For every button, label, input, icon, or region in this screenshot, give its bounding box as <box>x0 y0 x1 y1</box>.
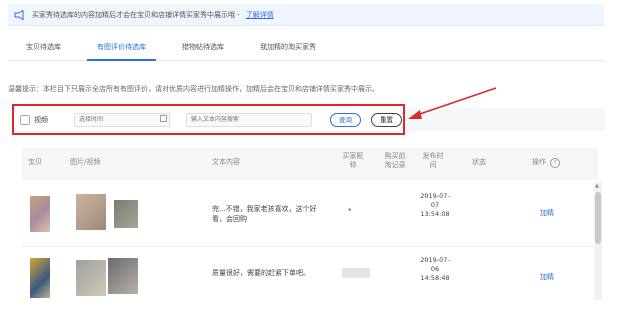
table-row: 完...不错，我家老孩喜欢，这个好看，会回购 * 2019-07-07 13:5… <box>22 182 598 247</box>
annotation-arrow-icon <box>408 87 497 119</box>
item-thumbnail[interactable] <box>30 258 50 298</box>
media-thumbnail[interactable] <box>108 258 138 294</box>
review-text: 质量很好，需要的赶紧下单吧。 <box>212 269 310 277</box>
publish-time: 2019-07-07 13:54:08 <box>420 192 450 218</box>
feature-button[interactable]: 加精 <box>540 272 554 282</box>
tab-bar: 宝贝待选库 有图评价待选库 猎物帖待选库 我加精的淘买家秀 <box>8 34 604 61</box>
notice-learn-more-link[interactable]: 了解详情 <box>246 10 274 20</box>
date-picker[interactable] <box>74 112 170 127</box>
video-checkbox-label: 视频 <box>34 115 48 124</box>
publish-time: 2019-07-06 14:58:48 <box>420 256 450 282</box>
date-input[interactable] <box>74 112 170 127</box>
media-thumbnail[interactable] <box>76 260 106 296</box>
scrollbar-thumb[interactable] <box>595 192 601 244</box>
table-header: 宝贝 图片/视频 文本内容 买家昵称 购买前淘记录 发布时间 状态 操作 ? <box>22 148 598 180</box>
calendar-icon <box>160 114 167 122</box>
filter-bar: 视频 查询 重置 <box>12 104 405 135</box>
video-checkbox[interactable] <box>20 114 30 125</box>
header-time: 发布时间 <box>422 152 444 169</box>
reset-button[interactable]: 重置 <box>371 112 402 127</box>
tip-text: 温馨提示：本栏目下只展示全店所有有图评价，请对优质内容进行加精操作，加精后会在宝… <box>8 85 379 93</box>
tab-image-review-pool[interactable]: 有图评价待选库 <box>79 34 164 61</box>
tab-item-pool[interactable]: 宝贝待选库 <box>8 34 79 60</box>
header-purchase-record: 购买前淘记录 <box>384 152 406 169</box>
review-text: 完...不错，我家老孩喜欢，这个好看，会回购 <box>212 205 317 223</box>
header-item: 宝贝 <box>28 158 42 166</box>
buyer-nickname-redacted <box>342 268 370 278</box>
table-row: 质量很好，需要的赶紧下单吧。 2019-07-06 14:58:48 加精 <box>22 246 598 308</box>
media-thumbnail[interactable] <box>114 200 138 228</box>
header-action: 操作 ? <box>532 158 561 168</box>
buyer-nickname: * <box>348 207 352 215</box>
info-notice-bar: 买家秀待选库的内容加精后才会在宝贝和店铺详情买家秀中展示哦 - 了解详情 <box>8 4 604 26</box>
notice-text: 买家秀待选库的内容加精后才会在宝贝和店铺详情买家秀中展示哦 - <box>32 10 240 19</box>
scroll-up-icon[interactable]: ▲ <box>595 183 599 189</box>
feature-button[interactable]: 加精 <box>540 208 554 218</box>
header-action-label: 操作 <box>532 158 546 166</box>
keyword-search-input[interactable] <box>186 112 312 127</box>
media-thumbnail[interactable] <box>76 194 106 230</box>
search-button[interactable]: 查询 <box>330 112 361 127</box>
review-table: 宝贝 图片/视频 文本内容 买家昵称 购买前淘记录 发布时间 状态 操作 ? 完… <box>22 148 598 308</box>
megaphone-icon <box>14 9 24 20</box>
tab-post-pool[interactable]: 猎物帖待选库 <box>164 34 242 60</box>
item-thumbnail[interactable] <box>30 196 50 232</box>
header-media: 图片/视频 <box>70 158 101 166</box>
header-status: 状态 <box>472 158 486 166</box>
header-buyer: 买家昵称 <box>342 152 364 169</box>
help-icon[interactable]: ? <box>550 158 561 168</box>
table-scrollbar[interactable]: ▲ <box>594 182 602 300</box>
tab-my-featured[interactable]: 我加精的淘买家秀 <box>242 34 334 60</box>
header-text: 文本内容 <box>212 158 240 166</box>
